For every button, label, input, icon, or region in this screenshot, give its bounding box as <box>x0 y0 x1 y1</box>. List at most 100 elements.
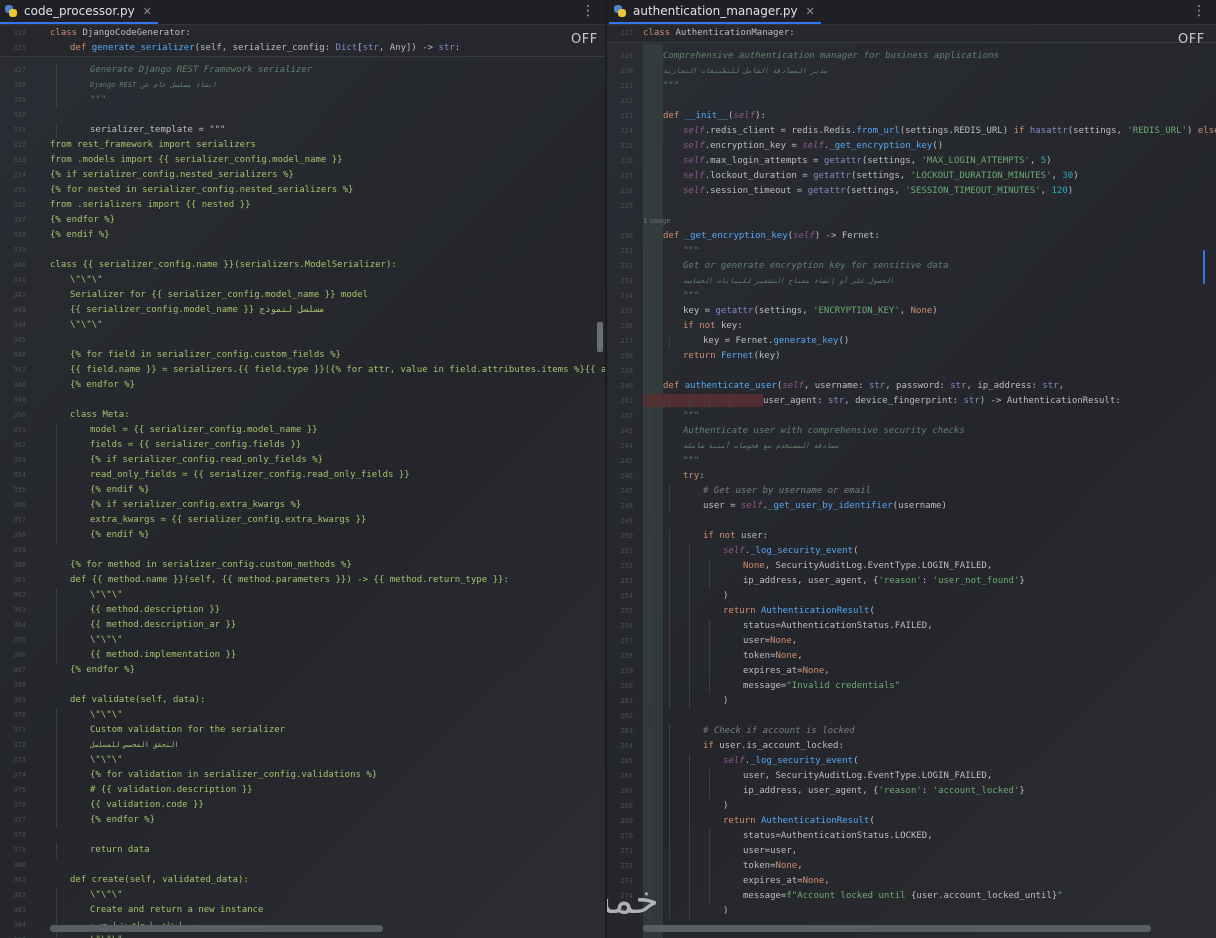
code-line[interactable]: 238 return Fernet(key) <box>607 349 1216 364</box>
code-line[interactable]: 251 self._log_security_event( <box>607 544 1216 559</box>
code-line[interactable]: 261) <box>607 694 1216 709</box>
code-line[interactable]: 275) <box>607 904 1216 919</box>
code-line[interactable]: 361 def {{ method.name }}(self, {{ method… <box>0 573 605 588</box>
code-line[interactable]: 236 if not key: <box>607 319 1216 334</box>
code-line[interactable]: 257 user=None, <box>607 634 1216 649</box>
code-line[interactable]: 338 {% endif %} <box>0 228 605 243</box>
code-line[interactable]: 336 from .serializers import {{ nested }} <box>0 198 605 213</box>
code-line[interactable]: 252 None, SecurityAuditLog.EventType.LOGI… <box>607 559 1216 574</box>
code-line[interactable]: 273 expires_at=None, <box>607 874 1216 889</box>
code-line[interactable]: 332 from rest_framework import serializer… <box>0 138 605 153</box>
code-line[interactable]: 350 class Meta: <box>0 408 605 423</box>
code-line[interactable]: 352 fields = {{ serializer_config.fields … <box>0 438 605 453</box>
code-line[interactable]: 272 token=None, <box>607 859 1216 874</box>
code-line[interactable]: 380 <box>0 858 605 873</box>
code-line[interactable]: 366 {{ method.implementation }} <box>0 648 605 663</box>
code-line[interactable]: 268) <box>607 799 1216 814</box>
code-line[interactable]: 224 self.redis_client = redis.Redis.from_… <box>607 124 1216 139</box>
code-line[interactable]: 266 user, SecurityAuditLog.EventType.LOGI… <box>607 769 1216 784</box>
code-line[interactable]: 363 {{ method.description }} <box>0 603 605 618</box>
code-line[interactable]: 372 التحقق المخصص للمسلسل <box>0 738 605 753</box>
code-line[interactable]: 264 if user.is_account_locked: <box>607 739 1216 754</box>
code-line[interactable]: 242 """ <box>607 409 1216 424</box>
tab-code-processor[interactable]: code_processor.py ✕ <box>0 0 158 24</box>
code-line[interactable]: 227 self.lockout_duration = getattr(setti… <box>607 169 1216 184</box>
code-line[interactable]: 241 user_agent: str, device_fingerprint: … <box>607 394 1216 409</box>
code-line[interactable]: 228 self.session_timeout = getattr(settin… <box>607 184 1216 199</box>
code-line[interactable]: 246 try: <box>607 469 1216 484</box>
code-line[interactable]: 355 {% endif %} <box>0 483 605 498</box>
code-line[interactable]: 327 Generate Django REST Framework serial… <box>0 63 605 78</box>
code-line[interactable]: 221 """ <box>607 79 1216 94</box>
code-line[interactable]: 344 \"\"\" <box>0 318 605 333</box>
sticky-scope-header-right[interactable]: 217 class AuthenticationManager: <box>607 26 1216 43</box>
sticky-scope-header-left[interactable]: 319 class DjangoCodeGenerator: 325 def gene… <box>0 26 605 57</box>
code-line[interactable]: 237 key = Fernet.generate_key() <box>607 334 1216 349</box>
code-line[interactable]: 370 \"\"\" <box>0 708 605 723</box>
code-line[interactable]: 223 def __init__(self): <box>607 109 1216 124</box>
code-line[interactable]: 217 class AuthenticationManager: <box>607 26 1216 41</box>
code-line[interactable]: 367 {% endfor %} <box>0 663 605 678</box>
code-line[interactable]: 269 return AuthenticationResult( <box>607 814 1216 829</box>
code-line[interactable]: 364 {{ method.description_ar }} <box>0 618 605 633</box>
code-line[interactable]: 373 \"\"\" <box>0 753 605 768</box>
code-line[interactable]: 375 # {{ validation.description }} <box>0 783 605 798</box>
code-line[interactable]: 254) <box>607 589 1216 604</box>
code-line[interactable]: 348 {% endfor %} <box>0 378 605 393</box>
code-line[interactable]: 225 self.encryption_key = self._get_encry… <box>607 139 1216 154</box>
code-line[interactable]: 331 serializer_template = """ <box>0 123 605 138</box>
code-line[interactable]: 262 <box>607 709 1216 724</box>
more-options-icon[interactable]: ⋮ <box>1192 3 1206 21</box>
code-line[interactable]: 247 # Get user by username or email <box>607 484 1216 499</box>
code-line[interactable]: 378 <box>0 828 605 843</box>
code-line[interactable]: 260 message="Invalid credentials" <box>607 679 1216 694</box>
editor-pane-left[interactable]: code_processor.py ✕ ⋮ 327 Generate Django… <box>0 0 605 938</box>
vertical-scrollbar-thumb[interactable] <box>597 322 603 352</box>
code-line[interactable]: 376 {{ validation.code }} <box>0 798 605 813</box>
code-line[interactable]: 382 \"\"\" <box>0 888 605 903</box>
horizontal-scrollbar[interactable] <box>50 925 383 932</box>
off-badge[interactable]: OFF <box>571 32 598 47</box>
code-line[interactable]: 255 return AuthenticationResult( <box>607 604 1216 619</box>
code-line[interactable]: 319 class DjangoCodeGenerator: <box>0 26 605 41</box>
more-options-icon[interactable]: ⋮ <box>581 3 595 21</box>
code-line[interactable]: 330 <box>0 108 605 123</box>
code-line[interactable]: 349 <box>0 393 605 408</box>
code-line[interactable]: 334 {% if serializer_config.nested_serial… <box>0 168 605 183</box>
code-line[interactable]: 325 def generate_serializer(self, seriali… <box>0 41 605 56</box>
code-line[interactable]: 265 self._log_security_event( <box>607 754 1216 769</box>
code-line[interactable]: 339 <box>0 243 605 258</box>
code-line[interactable]: 1 usage <box>607 214 1216 229</box>
close-tab-icon[interactable]: ✕ <box>143 5 152 18</box>
code-line[interactable]: 342 Serializer for {{ serializer_config.m… <box>0 288 605 303</box>
code-line[interactable]: 259 expires_at=None, <box>607 664 1216 679</box>
code-line[interactable]: 233 الحصول على أو إنشاء مفتاح التشفير للب… <box>607 274 1216 289</box>
code-line[interactable]: 354 read_only_fields = {{ serializer_conf… <box>0 468 605 483</box>
code-line[interactable]: 353 {% if serializer_config.read_only_fie… <box>0 453 605 468</box>
code-line[interactable]: 351 model = {{ serializer_config.model_na… <box>0 423 605 438</box>
code-line[interactable]: 340 class {{ serializer_config.name }}(se… <box>0 258 605 273</box>
code-line[interactable]: 231 """ <box>607 244 1216 259</box>
code-line[interactable]: 245 """ <box>607 454 1216 469</box>
code-line[interactable]: 249 <box>607 514 1216 529</box>
close-tab-icon[interactable]: ✕ <box>806 5 815 18</box>
code-line[interactable]: 235 key = getattr(settings, 'ENCRYPTION_K… <box>607 304 1216 319</box>
code-line[interactable]: 346 {% for field in serializer_config.cus… <box>0 348 605 363</box>
code-line[interactable]: 329 """ <box>0 93 605 108</box>
code-line[interactable]: 368 <box>0 678 605 693</box>
code-line[interactable]: 270 status=AuthenticationStatus.LOCKED, <box>607 829 1216 844</box>
code-line[interactable]: 239 <box>607 364 1216 379</box>
code-line[interactable]: 345 <box>0 333 605 348</box>
code-line[interactable]: 357 extra_kwargs = {{ serializer_config.e… <box>0 513 605 528</box>
code-line[interactable]: 333 from .models import {{ serializer_con… <box>0 153 605 168</box>
code-line[interactable]: 369 def validate(self, data): <box>0 693 605 708</box>
code-line[interactable]: 383 Create and return a new instance <box>0 903 605 918</box>
code-line[interactable]: 274 message=f"Account locked until {user.… <box>607 889 1216 904</box>
code-line[interactable]: 244 مصادقة المستخدم مع فحوصات أمنية شاملة <box>607 439 1216 454</box>
code-line[interactable]: 271 user=user, <box>607 844 1216 859</box>
code-line[interactable]: 240 def authenticate_user(self, username:… <box>607 379 1216 394</box>
code-line[interactable]: 243 Authenticate user with comprehensive … <box>607 424 1216 439</box>
code-line[interactable]: 222 <box>607 94 1216 109</box>
code-line[interactable]: 229 <box>607 199 1216 214</box>
code-line[interactable]: 232 Get or generate encryption key for se… <box>607 259 1216 274</box>
